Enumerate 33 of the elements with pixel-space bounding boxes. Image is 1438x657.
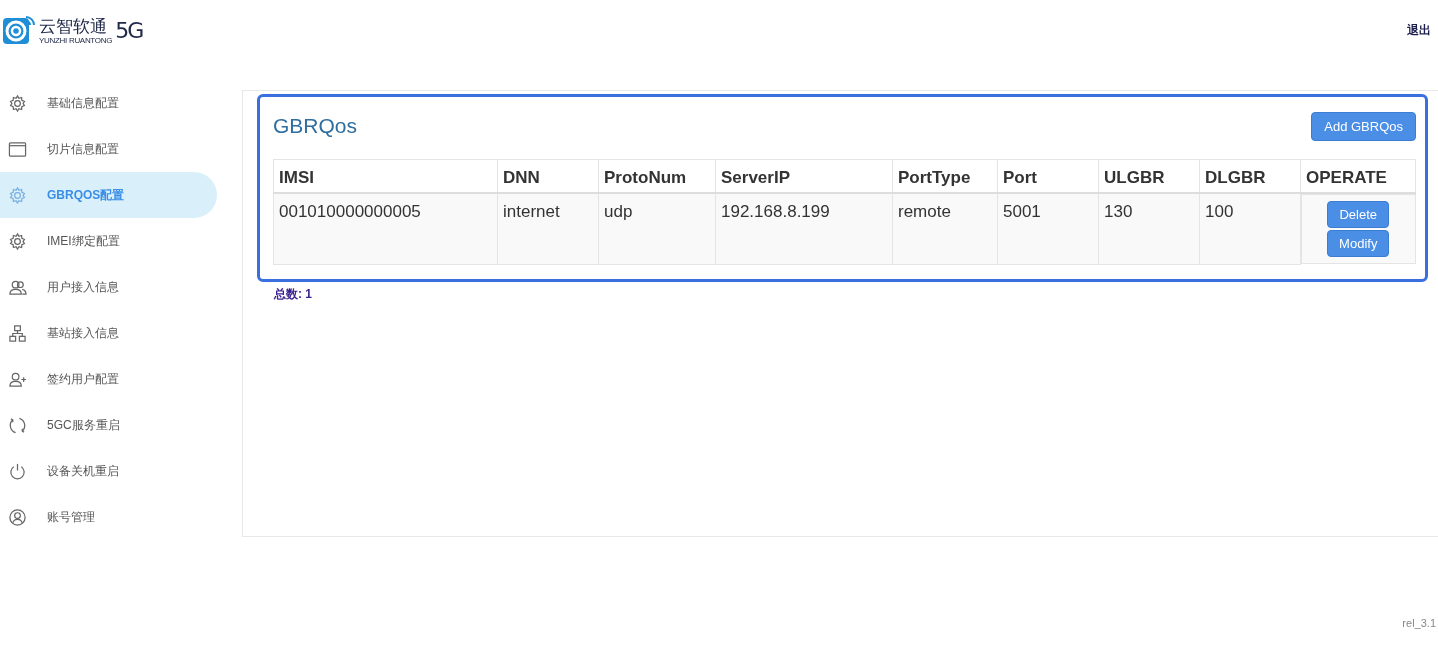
total-count: 总数: 1 bbox=[274, 285, 313, 303]
logo-5g-label: 5G bbox=[115, 17, 143, 43]
gear-icon bbox=[8, 231, 27, 251]
gear-icon bbox=[8, 93, 27, 113]
power-icon bbox=[8, 461, 27, 481]
sidebar-item[interactable]: 设备关机重启 bbox=[0, 448, 217, 494]
table-cell: 192.168.8.199 bbox=[715, 193, 893, 264]
refresh-icon bbox=[8, 415, 27, 435]
sidebar-item[interactable]: 5GC服务重启 bbox=[0, 402, 217, 448]
network-icon bbox=[8, 323, 27, 343]
sidebar-item[interactable]: 账号管理 bbox=[0, 494, 217, 540]
window-icon bbox=[8, 139, 27, 159]
sidebar-item[interactable]: 基础信息配置 bbox=[0, 80, 217, 126]
sidebar-item[interactable]: 切片信息配置 bbox=[0, 126, 217, 172]
table-cell: internet bbox=[497, 193, 599, 264]
table-cell: 130 bbox=[1098, 193, 1200, 264]
table-cell: udp bbox=[598, 193, 716, 264]
user-circle-icon bbox=[8, 507, 27, 527]
gear-icon bbox=[8, 185, 27, 205]
logo-icon bbox=[2, 14, 36, 46]
sidebar-item[interactable]: 签约用户配置 bbox=[0, 356, 217, 402]
sidebar-item[interactable]: 用户接入信息 bbox=[0, 264, 217, 310]
logout-link[interactable]: 退出 bbox=[1407, 21, 1431, 39]
table-cell: 001010000000005 bbox=[273, 193, 498, 264]
sidebar-item[interactable]: 基站接入信息 bbox=[0, 310, 217, 356]
table-cell: remote bbox=[892, 193, 998, 264]
panel-title: GBRQos bbox=[273, 113, 358, 139]
logo-subtitle: YUNZHI RUANTONG bbox=[39, 35, 113, 45]
sidebar-item[interactable]: IMEI绑定配置 bbox=[0, 218, 217, 264]
logo-name: 云智软通 bbox=[39, 15, 108, 36]
table-cell: 100 bbox=[1199, 193, 1301, 264]
table-cell: 5001 bbox=[997, 193, 1099, 264]
version-label: rel_3.1 bbox=[1402, 617, 1436, 629]
